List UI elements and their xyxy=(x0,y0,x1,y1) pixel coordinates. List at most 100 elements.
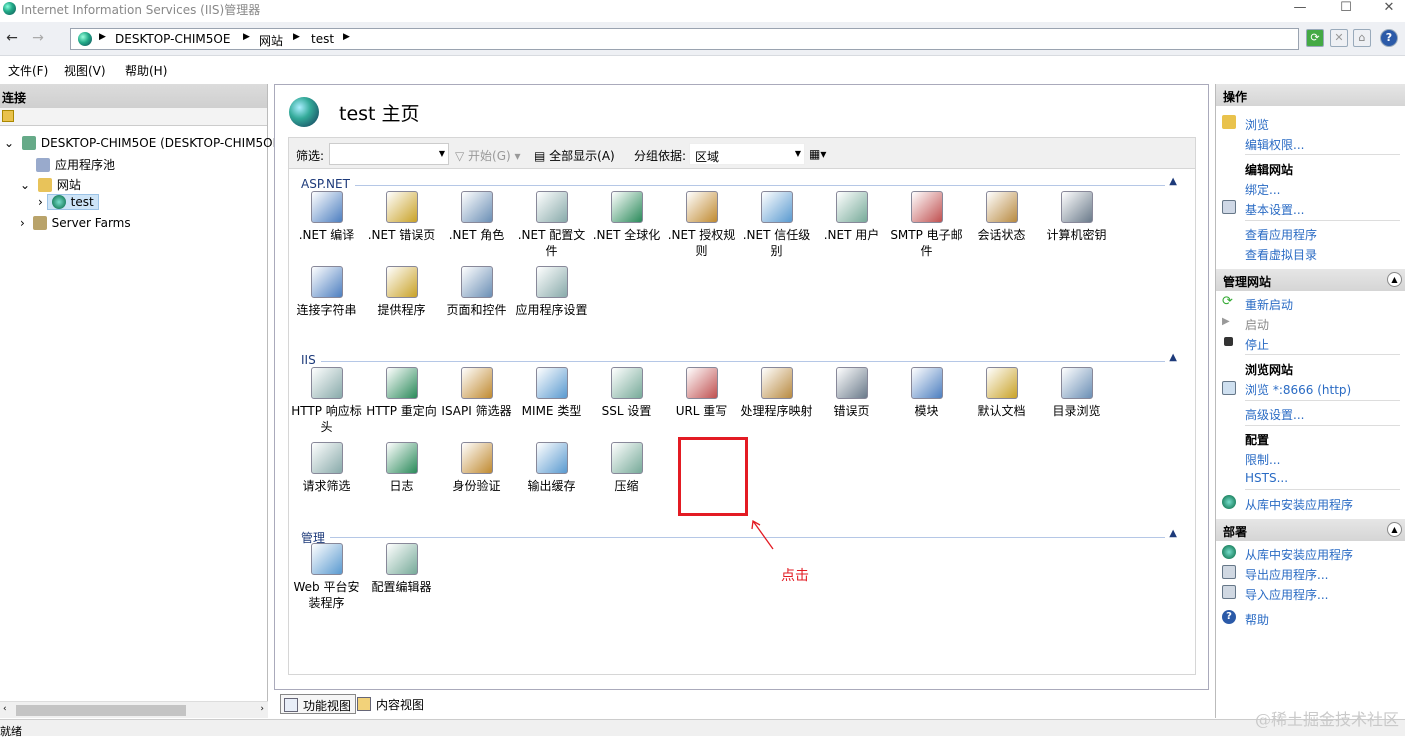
feature-label: .NET 配置文件 xyxy=(514,227,589,259)
group-by-select[interactable]: 区域 ▼ xyxy=(689,143,805,165)
feature-item[interactable]: 默认文档 xyxy=(964,367,1039,419)
feature-item[interactable]: 处理程序映射 xyxy=(739,367,814,419)
tab-features-view[interactable]: 功能视图 xyxy=(280,694,356,714)
action-install-from-gallery-deploy[interactable]: 从库中安装应用程序 xyxy=(1245,546,1353,563)
feature-item[interactable]: 连接字符串 xyxy=(289,266,364,318)
action-import-application[interactable]: 导入应用程序... xyxy=(1245,586,1328,603)
collapse-icon[interactable]: ▲ xyxy=(1165,528,1177,539)
address-box[interactable]: ▶ DESKTOP-CHIM5OE ▶ 网站 ▶ test ▶ xyxy=(70,28,1299,50)
tab-content-view[interactable]: 内容视图 xyxy=(354,694,428,714)
stop-icon[interactable]: ✕ xyxy=(1330,29,1348,47)
collapse-icon[interactable]: ▲ xyxy=(1165,176,1177,187)
expander-icon[interactable]: › xyxy=(38,195,43,209)
scroll-right-icon[interactable]: › xyxy=(260,704,264,714)
collapse-icon[interactable]: ▲ xyxy=(1165,352,1177,363)
feature-item[interactable]: SSL 设置 xyxy=(589,367,664,419)
feature-icon xyxy=(761,191,793,223)
scroll-left-icon[interactable]: ‹ xyxy=(3,704,7,714)
feature-item[interactable]: 身份验证 xyxy=(439,442,514,494)
filter-input[interactable]: ▼ xyxy=(329,143,449,165)
action-hsts[interactable]: HSTS... xyxy=(1245,471,1288,485)
feature-item[interactable]: 输出缓存 xyxy=(514,442,589,494)
show-all-button[interactable]: ▤ 全部显示(A) xyxy=(534,147,615,164)
feature-icon xyxy=(536,367,568,399)
install-from-gallery-icon xyxy=(1222,545,1236,559)
tree-node-sites[interactable]: ⌄ 网站 xyxy=(20,176,81,193)
action-restart[interactable]: 重新启动 xyxy=(1245,296,1293,313)
feature-item[interactable]: 目录浏览 xyxy=(1039,367,1114,419)
feature-item[interactable]: 配置编辑器 xyxy=(364,543,439,595)
collapse-icon[interactable]: ▲ xyxy=(1387,272,1402,287)
feature-item[interactable]: 页面和控件 xyxy=(439,266,514,318)
feature-item[interactable]: SMTP 电子邮件 xyxy=(889,191,964,259)
action-browse[interactable]: 浏览 xyxy=(1245,116,1269,133)
feature-item[interactable]: MIME 类型 xyxy=(514,367,589,419)
feature-item[interactable]: .NET 配置文件 xyxy=(514,191,589,259)
feature-item[interactable]: .NET 全球化 xyxy=(589,191,664,243)
action-basic-settings[interactable]: 基本设置... xyxy=(1245,201,1304,218)
action-view-applications[interactable]: 查看应用程序 xyxy=(1245,226,1317,243)
feature-item[interactable]: 提供程序 xyxy=(364,266,439,318)
tree-node-server[interactable]: ⌄ DESKTOP-CHIM5OE (DESKTOP-CHIM5OE xyxy=(4,136,280,150)
feature-item[interactable]: ISAPI 筛选器 xyxy=(439,367,514,419)
import-app-icon xyxy=(1222,585,1236,599)
feature-item[interactable]: .NET 用户 xyxy=(814,191,889,243)
feature-item[interactable]: Web 平台安装程序 xyxy=(289,543,364,611)
menu-help[interactable]: 帮助(H) xyxy=(125,62,167,79)
close-button[interactable]: ✕ xyxy=(1366,0,1405,18)
expander-icon[interactable]: ⌄ xyxy=(20,178,30,192)
collapse-icon[interactable]: ▲ xyxy=(1387,522,1402,537)
breadcrumb-server[interactable]: DESKTOP-CHIM5OE xyxy=(115,32,230,46)
feature-item[interactable]: 请求筛选 xyxy=(289,442,364,494)
tree-node-server-farms[interactable]: › Server Farms xyxy=(20,216,131,230)
feature-item[interactable]: 错误页 xyxy=(814,367,889,419)
minimize-button[interactable]: — xyxy=(1277,0,1323,18)
refresh-icon[interactable]: ⟳ xyxy=(1306,29,1324,47)
action-limits[interactable]: 限制... xyxy=(1245,451,1280,468)
menu-file[interactable]: 文件(F) xyxy=(8,62,48,79)
connections-header: 连接 xyxy=(0,84,267,108)
action-stop[interactable]: 停止 xyxy=(1245,336,1269,353)
feature-item[interactable]: 模块 xyxy=(889,367,964,419)
feature-item[interactable]: HTTP 重定向 xyxy=(364,367,439,419)
feature-item[interactable]: .NET 授权规则 xyxy=(664,191,739,259)
back-arrow-icon[interactable]: ← xyxy=(2,29,22,49)
start-filter-button[interactable]: ▽ 开始(G) ▾ xyxy=(455,147,521,164)
menu-view[interactable]: 视图(V) xyxy=(64,62,106,79)
new-connection-icon[interactable] xyxy=(2,110,14,122)
action-browse-port[interactable]: 浏览 *:8666 (http) xyxy=(1245,381,1351,398)
feature-item[interactable]: .NET 编译 xyxy=(289,191,364,243)
expander-icon[interactable]: ⌄ xyxy=(4,136,14,150)
action-start[interactable]: 启动 xyxy=(1245,316,1269,333)
scrollbar-thumb[interactable] xyxy=(16,705,186,716)
feature-item[interactable]: .NET 错误页 xyxy=(364,191,439,243)
feature-item[interactable]: HTTP 响应标头 xyxy=(289,367,364,435)
tree-node-app-pools[interactable]: 应用程序池 xyxy=(36,156,115,173)
action-export-application[interactable]: 导出应用程序... xyxy=(1245,566,1328,583)
feature-item[interactable]: 日志 xyxy=(364,442,439,494)
view-mode-icon[interactable]: ▦▾ xyxy=(809,147,826,161)
home-icon[interactable]: ⌂ xyxy=(1353,29,1371,47)
feature-item[interactable]: .NET 信任级别 xyxy=(739,191,814,259)
action-advanced-settings[interactable]: 高级设置... xyxy=(1245,406,1304,423)
breadcrumb-sites[interactable]: 网站 xyxy=(259,32,283,49)
forward-arrow-icon[interactable]: → xyxy=(28,29,48,49)
help-icon[interactable]: ? xyxy=(1380,29,1398,47)
horizontal-scrollbar[interactable]: ‹ › xyxy=(0,701,268,718)
feature-item[interactable]: .NET 角色 xyxy=(439,191,514,243)
action-view-virtual-dirs[interactable]: 查看虚拟目录 xyxy=(1245,246,1317,263)
action-bindings[interactable]: 绑定... xyxy=(1245,181,1280,198)
feature-item[interactable]: 计算机密钥 xyxy=(1039,191,1114,243)
breadcrumb-site[interactable]: test xyxy=(311,32,334,46)
app-pool-icon xyxy=(36,158,50,172)
action-edit-permissions[interactable]: 编辑权限... xyxy=(1245,136,1304,153)
feature-item[interactable]: 会话状态 xyxy=(964,191,1039,243)
feature-item[interactable]: 压缩 xyxy=(589,442,664,494)
action-help[interactable]: 帮助 xyxy=(1245,611,1269,628)
maximize-button[interactable]: ☐ xyxy=(1323,0,1369,18)
action-install-from-gallery[interactable]: 从库中安装应用程序 xyxy=(1245,496,1353,513)
feature-item[interactable]: 应用程序设置 xyxy=(514,266,589,318)
expander-icon[interactable]: › xyxy=(20,216,25,230)
feature-item[interactable]: URL 重写 xyxy=(664,367,739,419)
tree-node-test[interactable]: › test xyxy=(38,195,99,209)
